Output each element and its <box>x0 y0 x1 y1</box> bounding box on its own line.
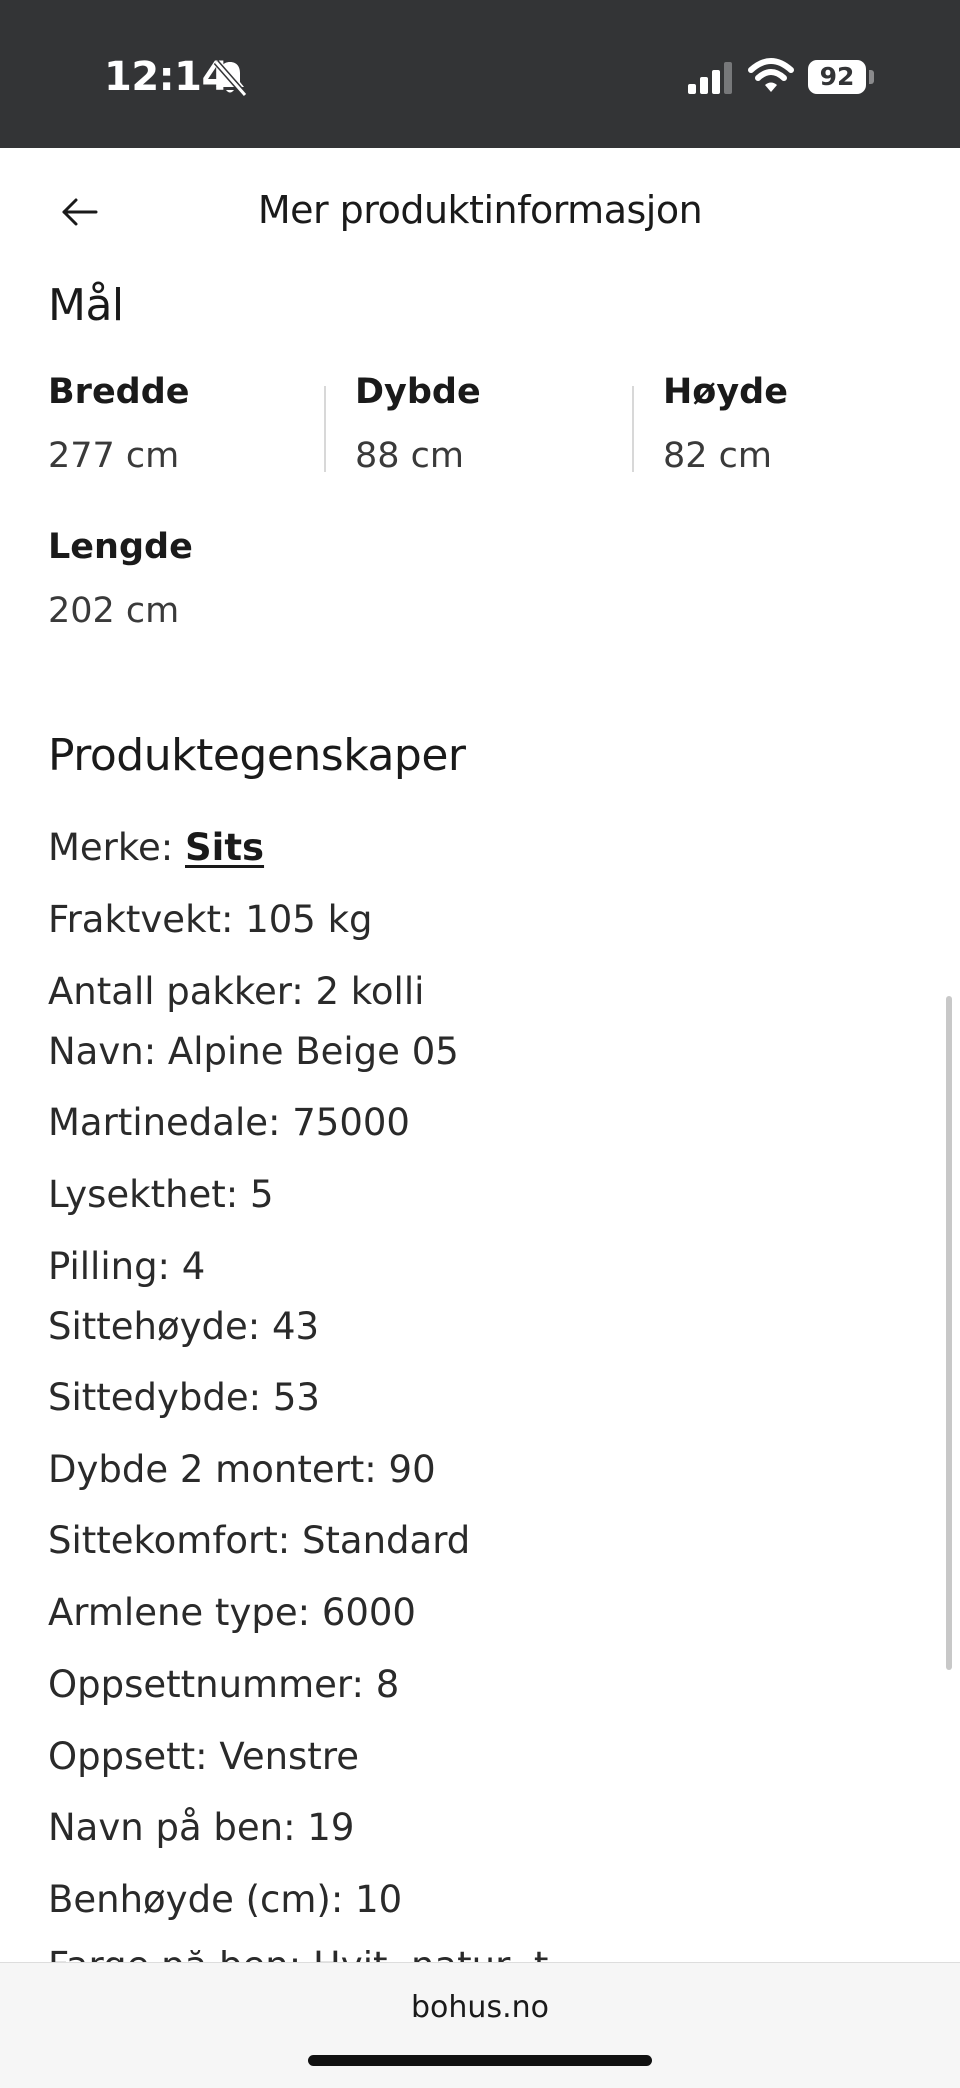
status-time: 12:14 <box>104 54 229 100</box>
properties-heading: Produktegenskaper <box>48 730 466 781</box>
length-value: 202 cm <box>48 591 180 631</box>
list-item: Pilling: 4 <box>48 1245 206 1288</box>
dimensions-heading: Mål <box>48 280 124 331</box>
home-indicator[interactable] <box>308 2055 652 2066</box>
battery-cap <box>869 70 874 84</box>
list-item: Navn på ben: 19 <box>48 1806 355 1849</box>
divider <box>632 386 634 472</box>
list-item: Navn: Alpine Beige 05 <box>48 1030 459 1073</box>
list-item: Sittedybde: 53 <box>48 1376 320 1419</box>
brand-row: Merke: Sits <box>48 826 264 869</box>
page-title: Mer produktinformasjon <box>257 188 703 232</box>
list-item: Dybde 2 montert: 90 <box>48 1448 436 1491</box>
height-label: Høyde <box>663 372 788 412</box>
cellular-signal-icon <box>688 62 732 94</box>
list-item: Oppsett: Venstre <box>48 1735 359 1778</box>
list-item: Sittekomfort: Standard <box>48 1519 471 1562</box>
list-item: Sittehøyde: 43 <box>48 1305 320 1348</box>
list-item: Oppsettnummer: 8 <box>48 1663 400 1706</box>
url-label[interactable]: bohus.no <box>0 1990 960 2025</box>
height-value: 82 cm <box>663 436 772 476</box>
wifi-icon <box>748 58 794 92</box>
list-item: Fraktvekt: 105 kg <box>48 898 373 941</box>
list-item: Lysekthet: 5 <box>48 1173 274 1216</box>
length-label: Lengde <box>48 527 193 567</box>
battery-indicator: 92 <box>808 60 866 94</box>
list-item: Antall pakker: 2 kolli <box>48 970 425 1013</box>
bell-slash-icon <box>213 60 248 97</box>
width-label: Bredde <box>48 372 190 412</box>
divider <box>324 386 326 472</box>
list-item: Benhøyde (cm): 10 <box>48 1878 403 1921</box>
list-item: Martinedale: 75000 <box>48 1101 410 1144</box>
brand-label: Merke: <box>48 826 185 869</box>
scrollbar[interactable] <box>946 996 952 1670</box>
brand-link[interactable]: Sits <box>185 826 264 869</box>
depth-label: Dybde <box>355 372 481 412</box>
browser-bottom-bar <box>0 1962 960 2088</box>
depth-value: 88 cm <box>355 436 464 476</box>
width-value: 277 cm <box>48 436 180 476</box>
list-item: Armlene type: 6000 <box>48 1591 416 1634</box>
status-bar: 12:14 92 <box>0 0 960 148</box>
